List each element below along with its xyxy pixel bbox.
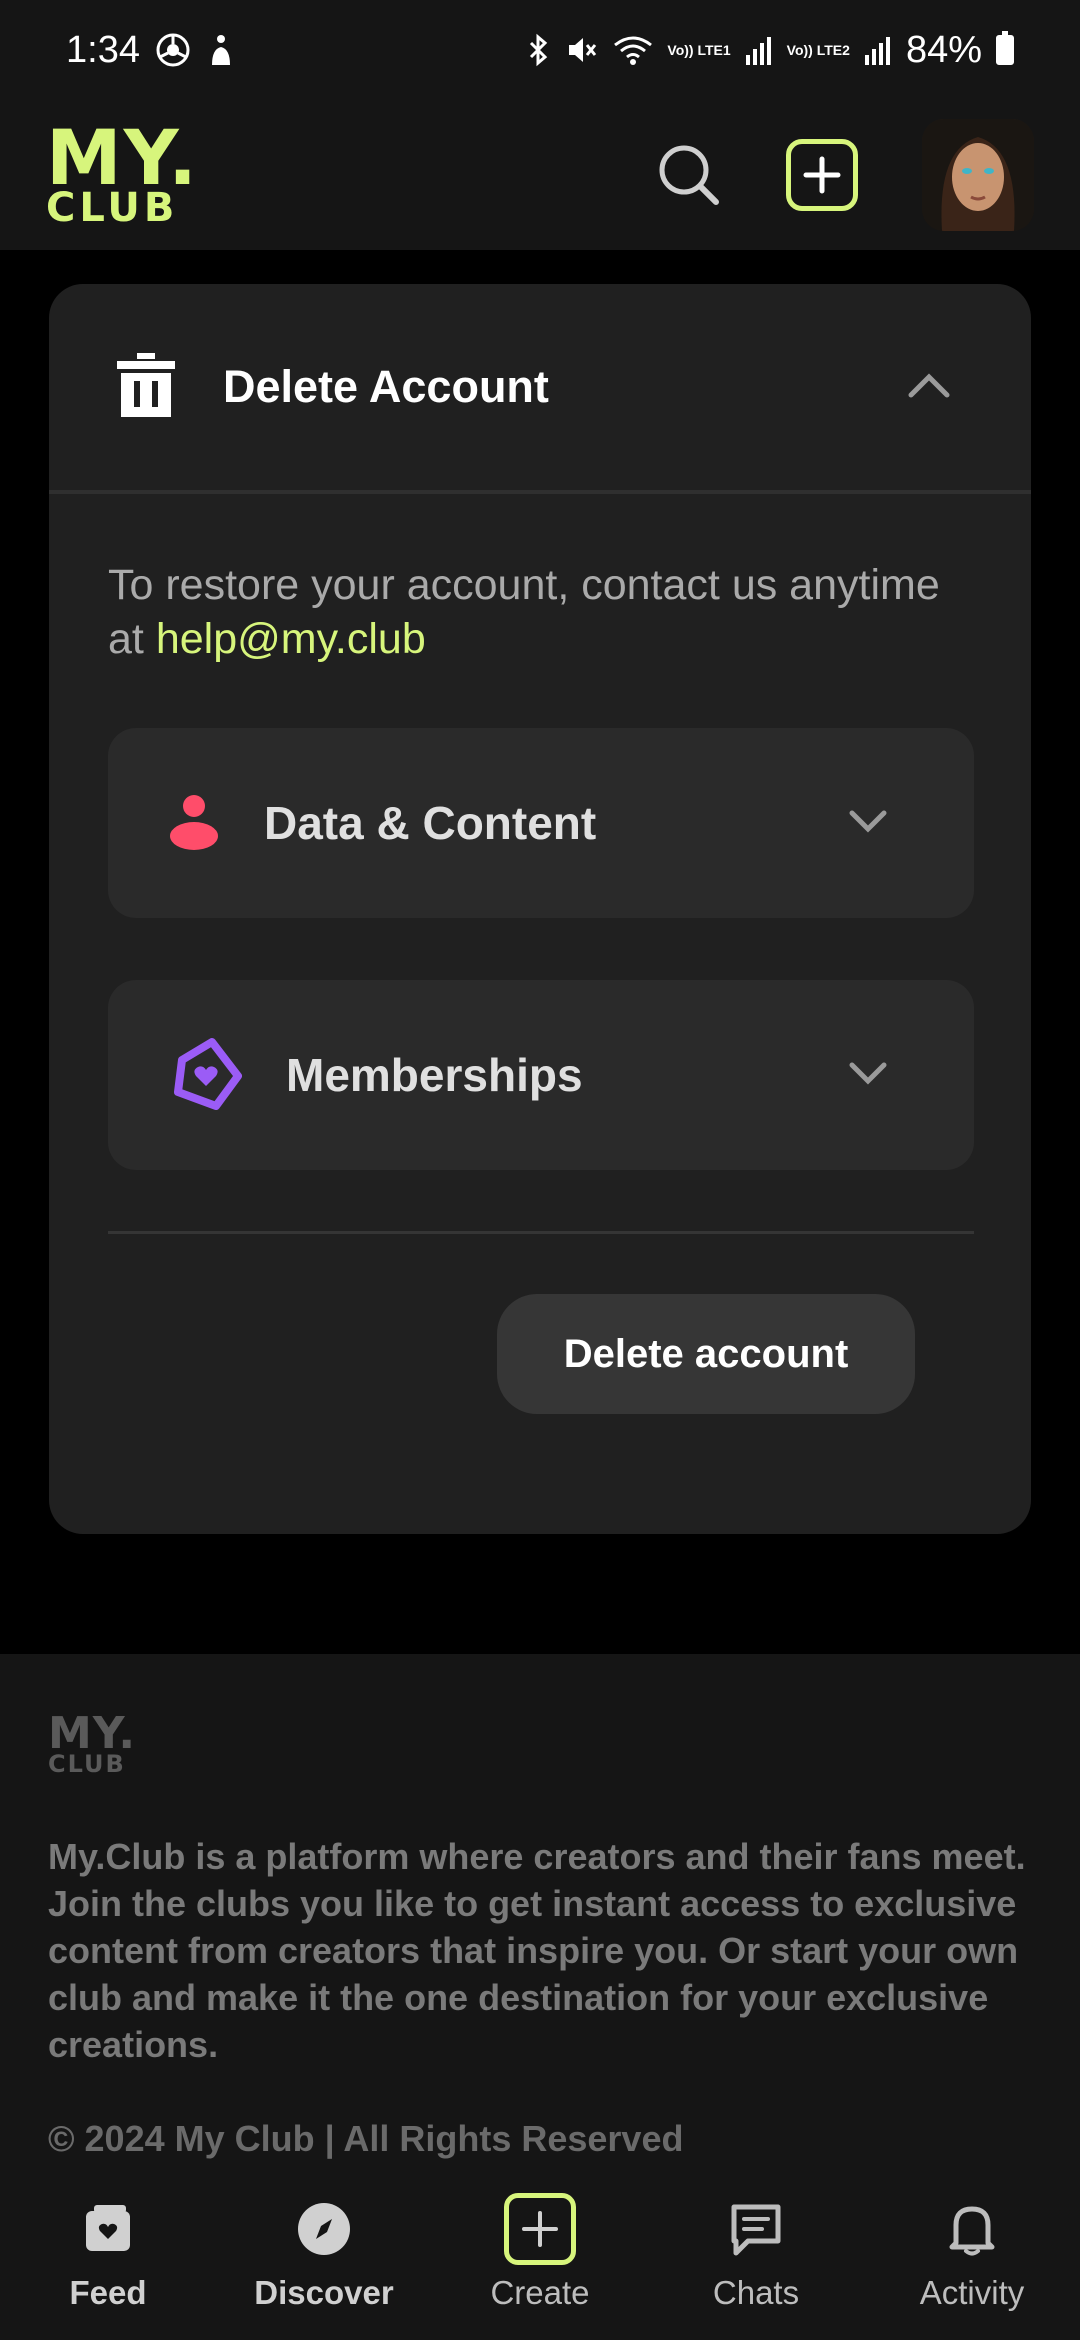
section-data-content[interactable]: Data & Content	[108, 728, 974, 918]
nav-activity[interactable]: Activity	[864, 2194, 1080, 2312]
chevron-down-icon	[848, 1061, 888, 1090]
footer-logo-top: MY.	[48, 1708, 137, 1759]
nav-label: Discover	[254, 2274, 394, 2311]
nav-create[interactable]: Create	[432, 2193, 648, 2312]
status-time: 1:34	[66, 28, 140, 71]
network-label-2: Vo)) LTE2	[786, 42, 850, 58]
chat-icon	[728, 2194, 784, 2264]
chrome-icon	[156, 33, 190, 67]
nav-label: Activity	[919, 2274, 1025, 2311]
nav-label: Feed	[69, 2274, 147, 2311]
membership-heart-icon	[168, 1036, 242, 1115]
bottom-nav: Feed Discover Create Chats Activity	[0, 2170, 1080, 2340]
person-icon	[168, 792, 220, 855]
nav-discover[interactable]: Discover	[216, 2194, 432, 2312]
nav-chats[interactable]: Chats	[648, 2194, 864, 2312]
delete-account-header[interactable]: Delete Account	[49, 284, 1031, 494]
nav-label: Chats	[712, 2274, 800, 2311]
delete-account-card: Delete Account To restore your account, …	[49, 284, 1031, 1534]
footer-copyright: © 2024 My Club | All Rights Reserved	[48, 2118, 684, 2160]
bell-icon	[944, 2194, 1000, 2264]
divider	[108, 1231, 974, 1234]
accessibility-icon	[206, 33, 236, 67]
create-button[interactable]	[786, 139, 858, 211]
status-bar: 1:34 Vo)) LTE1 Vo)) LTE2 84%	[0, 0, 1080, 100]
battery-icon	[996, 31, 1014, 65]
chevron-up-icon[interactable]	[907, 371, 951, 404]
app-header: MY. CLUB	[0, 100, 1080, 250]
app-logo[interactable]: MY. CLUB	[46, 112, 199, 232]
wifi-icon	[613, 33, 653, 67]
footer-description: My.Club is a platform where creators and…	[48, 1836, 1026, 2066]
status-left: 1:34	[66, 29, 236, 72]
support-email-link[interactable]: help@my.club	[156, 615, 426, 663]
section-label: Memberships	[286, 1049, 583, 1101]
logo-bottom: CLUB	[46, 185, 179, 232]
section-memberships[interactable]: Memberships	[108, 980, 974, 1170]
restore-text: To restore your account, contact us anyt…	[108, 558, 978, 666]
header-actions	[656, 119, 1034, 231]
delete-account-button[interactable]: Delete account	[497, 1294, 915, 1414]
signal-icon	[864, 35, 892, 65]
footer-logo: MY. CLUB	[48, 1708, 1032, 1778]
search-icon[interactable]	[656, 142, 722, 208]
signal-icon	[745, 35, 773, 65]
logo-top: MY.	[46, 112, 199, 202]
nav-label: Create	[490, 2274, 590, 2311]
status-right: Vo)) LTE1 Vo)) LTE2 84%	[527, 29, 1014, 72]
mute-icon	[565, 33, 599, 67]
compass-icon	[296, 2194, 352, 2264]
trash-icon	[117, 352, 175, 422]
feed-icon	[80, 2194, 136, 2264]
plus-icon	[803, 156, 841, 194]
footer-logo-bottom: CLUB	[48, 1749, 126, 1778]
screen: 1:34 Vo)) LTE1 Vo)) LTE2 84% MY. CLUB De…	[0, 0, 1080, 2340]
create-box	[504, 2193, 576, 2265]
network-label-1: Vo)) LTE1	[667, 42, 731, 58]
bluetooth-icon	[527, 33, 551, 67]
section-label: Data & Content	[264, 797, 597, 849]
battery-percent: 84%	[905, 28, 982, 71]
plus-box-icon	[504, 2193, 576, 2265]
nav-feed[interactable]: Feed	[0, 2194, 216, 2312]
avatar[interactable]	[922, 119, 1034, 231]
card-title: Delete Account	[223, 361, 549, 412]
footer: MY. CLUB My.Club is a platform where cre…	[0, 1654, 1080, 2174]
chevron-down-icon	[848, 809, 888, 838]
